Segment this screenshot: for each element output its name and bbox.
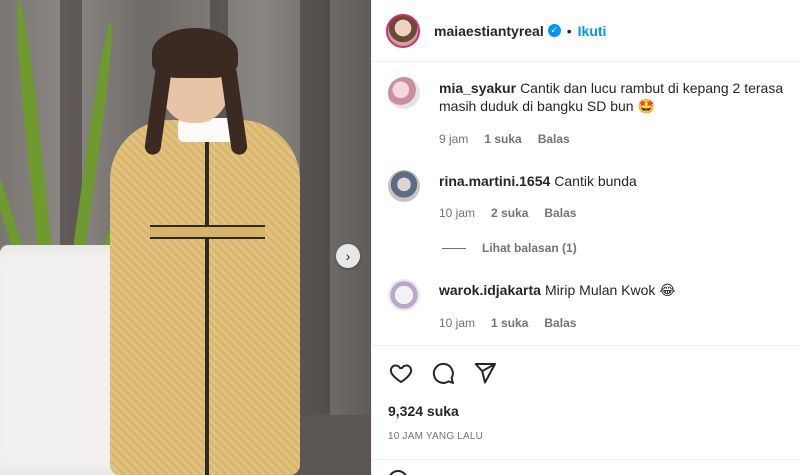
comment-time[interactable]: 9 jam (439, 132, 468, 146)
next-image-button[interactable]: › (336, 244, 360, 268)
view-replies-button[interactable]: Lihat balasan (1) (442, 241, 577, 255)
comment-text: Mirip Mulan Kwok 😂 (544, 282, 676, 298)
post-image[interactable]: › (0, 0, 371, 475)
separator: • (566, 22, 572, 39)
dress-placket (205, 140, 209, 475)
comment-icon[interactable] (430, 360, 456, 386)
comment-meta: 9 jam 1 suka Balas (439, 132, 570, 146)
likes-count[interactable]: 9,324 suka (388, 403, 785, 419)
chevron-right-icon: › (345, 248, 351, 264)
post-sidebar: maiaestiantyreal ✓ • Ikuti mia_syakur Can… (371, 0, 800, 475)
post-username[interactable]: maiaestiantyreal (434, 23, 544, 39)
avatar[interactable] (388, 170, 420, 202)
reply-button[interactable]: Balas (544, 316, 576, 330)
post-actions: 9,324 suka 10 JAM YANG LALU (372, 345, 800, 475)
reply-button[interactable]: Balas (538, 132, 570, 146)
comment-username[interactable]: rina.martini.1654 (439, 173, 550, 189)
comment-meta: 10 jam 1 suka Balas (439, 316, 576, 330)
comment-username[interactable]: mia_syakur (439, 80, 516, 96)
comment-likes[interactable]: 2 suka (491, 206, 528, 220)
comment-time[interactable]: 10 jam (439, 316, 475, 330)
avatar[interactable] (388, 279, 420, 311)
comment-meta: 10 jam 2 suka Balas (439, 206, 576, 220)
wall-stripe (300, 0, 330, 475)
divider (442, 247, 466, 249)
post-timestamp[interactable]: 10 JAM YANG LALU (388, 431, 785, 442)
plant-leaf (11, 0, 54, 271)
comment-likes[interactable]: 1 suka (484, 132, 521, 146)
dress-belt (150, 225, 265, 239)
verified-badge-icon: ✓ (547, 24, 561, 37)
heart-icon[interactable] (388, 360, 414, 386)
comment-likes[interactable]: 1 suka (491, 316, 528, 330)
divider (372, 459, 800, 460)
comments-list: mia_syakur Cantik dan lucu rambut di kepa… (372, 62, 800, 345)
reply-button[interactable]: Balas (544, 206, 576, 220)
view-replies-label: Lihat balasan (1) (482, 241, 577, 255)
follow-button[interactable]: Ikuti (578, 23, 607, 39)
post-header: maiaestiantyreal ✓ • Ikuti (372, 0, 800, 62)
send-icon[interactable] (472, 360, 498, 386)
comment-username[interactable]: warok.idjakarta (439, 282, 541, 298)
comment-text: Cantik bunda (554, 173, 637, 189)
comment-time[interactable]: 10 jam (439, 206, 475, 220)
emoji-icon[interactable] (388, 470, 408, 475)
action-bar (388, 360, 785, 386)
avatar[interactable] (386, 13, 420, 48)
avatar[interactable] (388, 77, 420, 109)
